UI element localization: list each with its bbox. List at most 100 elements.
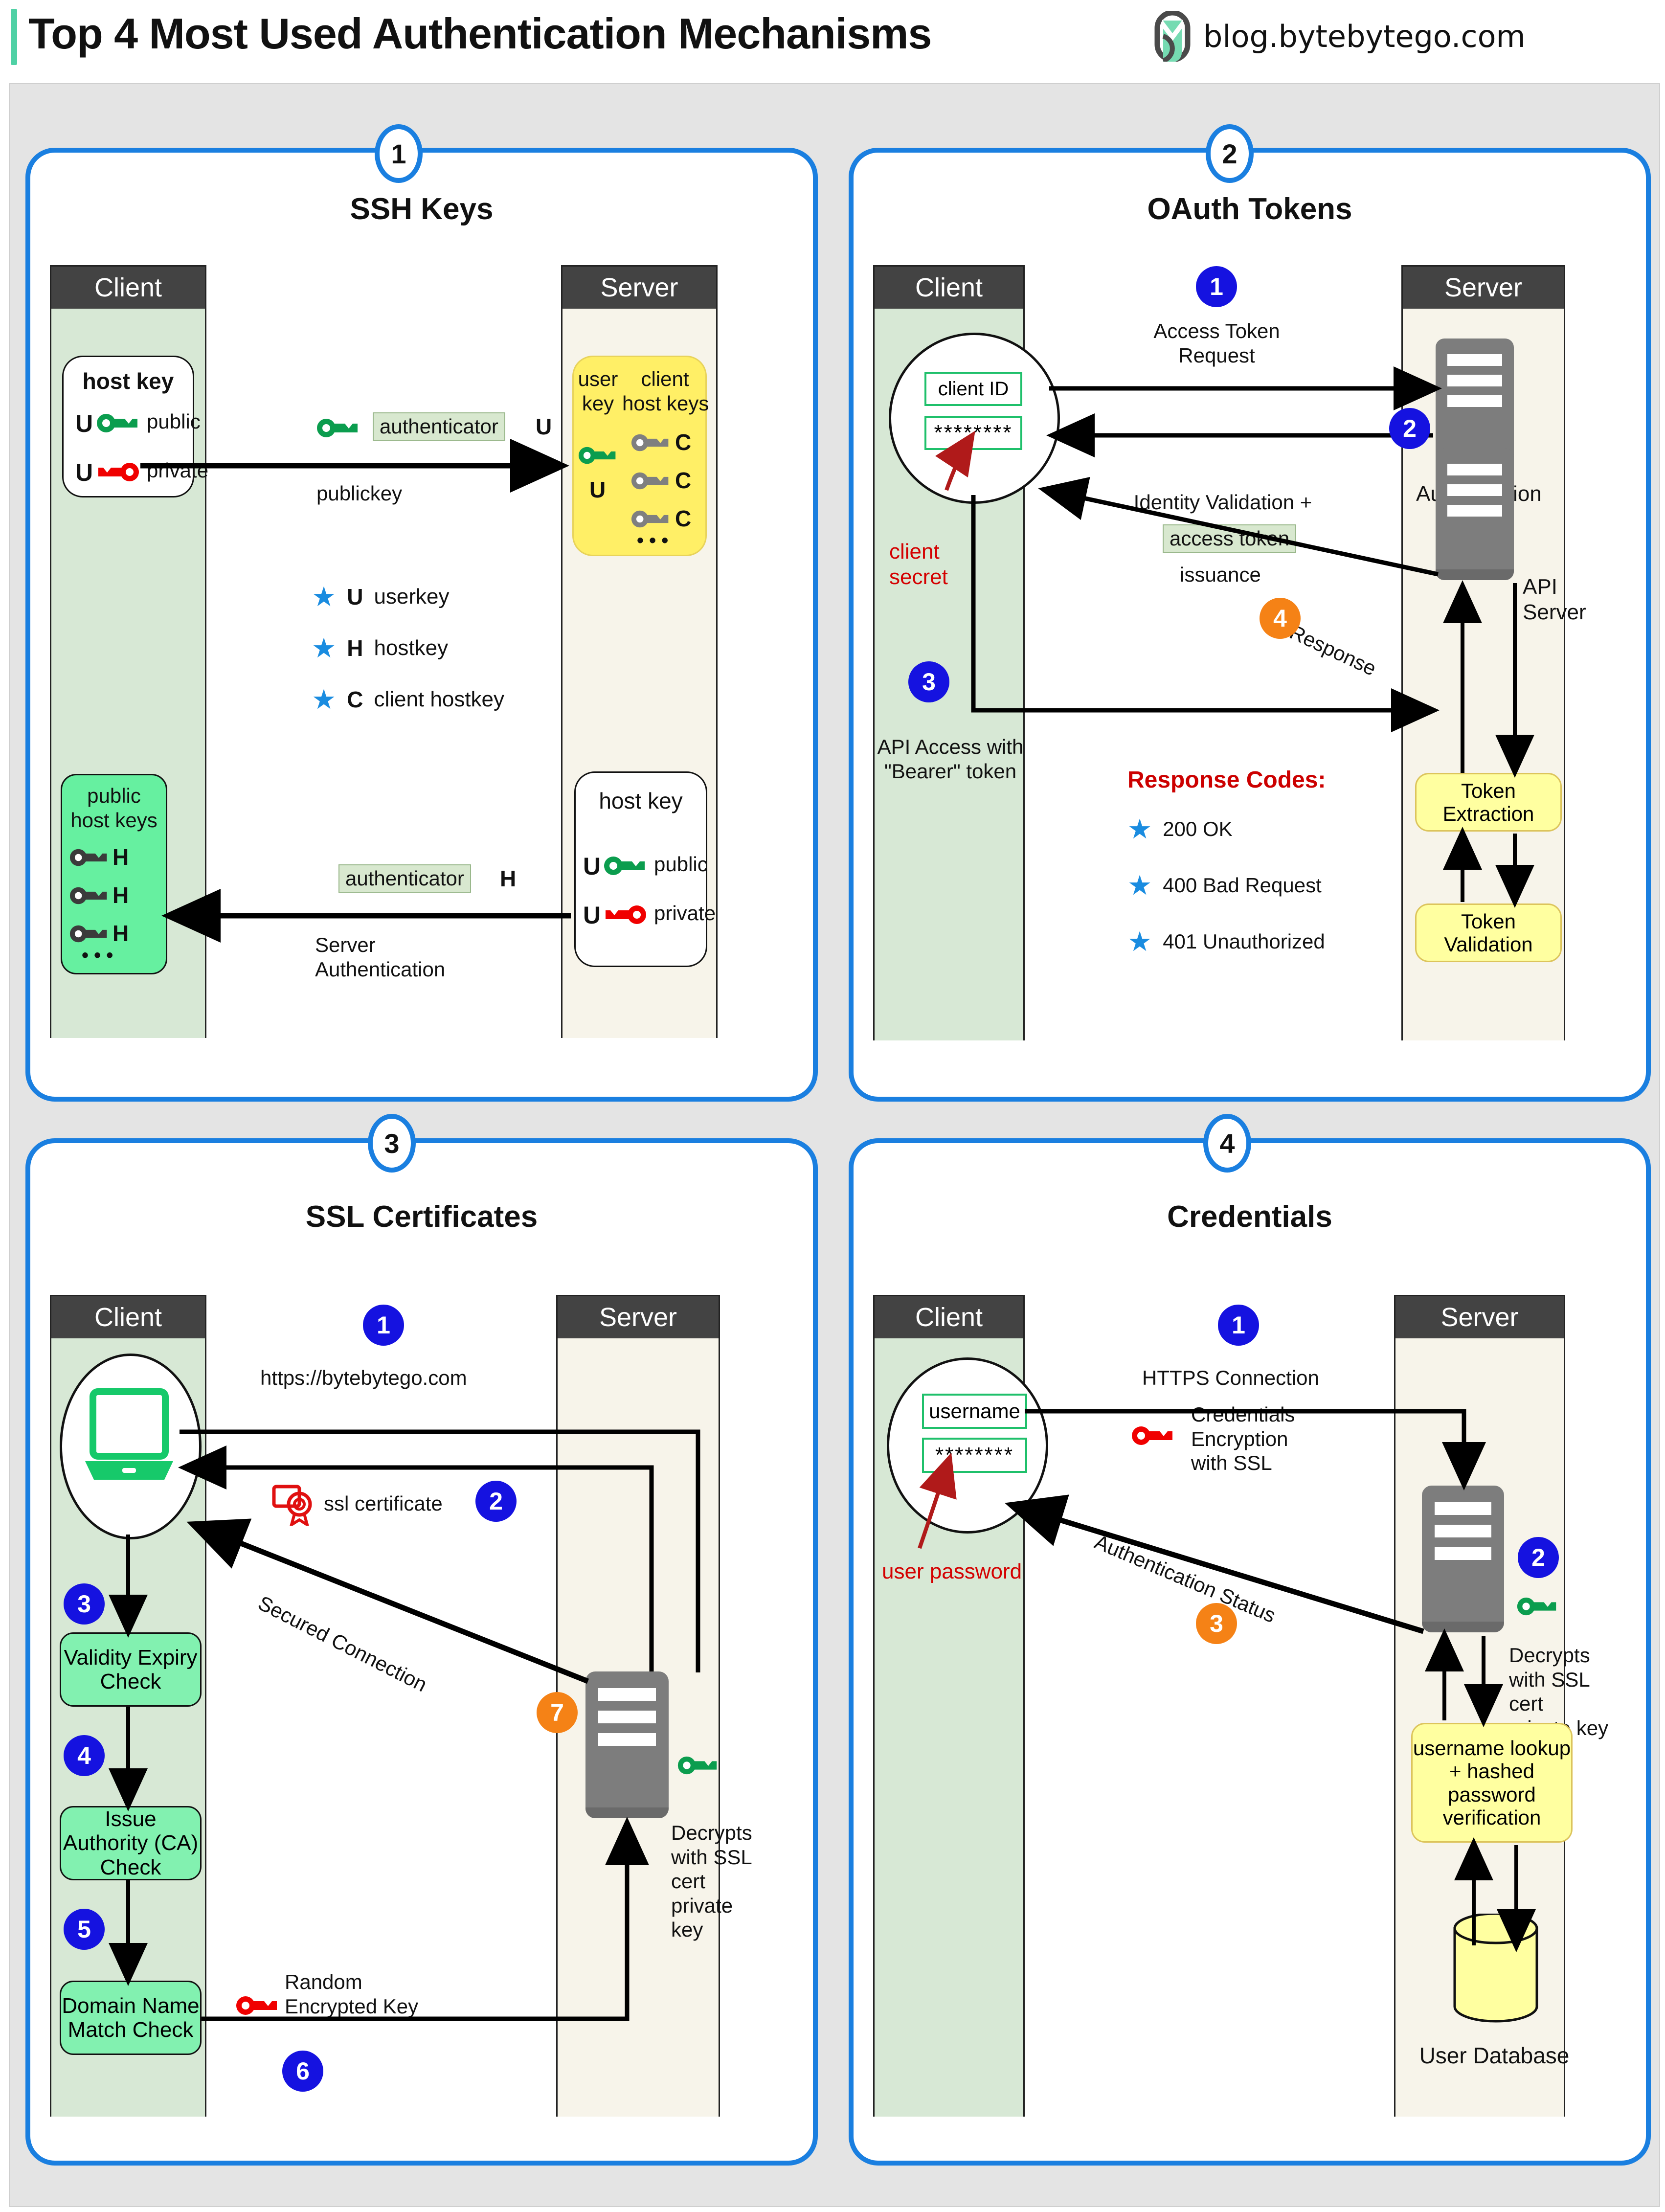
- response-code-401: ★ 401 Unauthorized: [1127, 928, 1325, 955]
- server-userkey-title: user key: [578, 367, 618, 415]
- step-badge-4-oauth: 4: [1260, 598, 1301, 639]
- client-hostkey-tag-1: C: [675, 429, 692, 455]
- client-secret-field[interactable]: ********: [924, 416, 1022, 450]
- ssl-server-key-icon: [677, 1755, 719, 1779]
- user-database-label: User Database: [1419, 2043, 1570, 2068]
- star-icon: ★: [1127, 926, 1152, 957]
- client-header-credentials: Client: [875, 1296, 1023, 1338]
- api-server-icon: [1436, 448, 1514, 580]
- random-key-icon: [236, 1994, 279, 2019]
- panel-title-oauth: OAuth Tokens: [1147, 192, 1352, 226]
- client-public-tag: U: [75, 410, 93, 437]
- star-icon: ★: [312, 632, 337, 663]
- legend-text-userkey: userkey: [374, 585, 450, 609]
- client-hostkey-icon-3: [631, 509, 670, 532]
- step-badge-1-credentials: 1: [1218, 1305, 1259, 1346]
- response-code-label-1: 400 Bad Request: [1163, 874, 1322, 897]
- step-badge-1-oauth: 1: [1196, 266, 1237, 307]
- brand-url: blog.bytebytego.com: [1203, 18, 1526, 54]
- panel-credentials: Credentials Client username ******** use…: [849, 1138, 1651, 2166]
- response-codes-title: Response Codes:: [1127, 767, 1326, 793]
- authenticator-top-tag: U: [536, 414, 552, 439]
- server-public-tag: U: [583, 853, 601, 880]
- laptop-icon: [84, 1387, 174, 1497]
- panel-title-ssl: SSL Certificates: [305, 1200, 538, 1234]
- username-field[interactable]: username: [922, 1394, 1027, 1429]
- server-header-ssh: Server: [562, 267, 716, 309]
- client-id-field[interactable]: client ID: [924, 372, 1022, 406]
- authenticator-top-label: authenticator: [373, 412, 505, 441]
- domain-name-box: Domain Name Match Check: [60, 1981, 202, 2055]
- hostkey-tag-3: H: [112, 921, 129, 946]
- server-hostkey-title: host key: [599, 788, 683, 813]
- username-lookup-box: username lookup + hashed password verifi…: [1411, 1723, 1573, 1843]
- server-header-credentials: Server: [1395, 1296, 1564, 1338]
- panel-ssl-certificates: SSL Certificates Client Server Decrypts …: [25, 1138, 818, 2166]
- server-header-ssl: Server: [558, 1296, 719, 1338]
- client-hostkey-tag-3: C: [675, 506, 692, 531]
- response-code-200: ★ 200 OK: [1127, 815, 1233, 843]
- step-badge-3-credentials: 3: [1196, 1603, 1237, 1644]
- auth-status-label: Authentication Status: [1091, 1530, 1279, 1627]
- client-hostkey-icon-1: [631, 432, 670, 455]
- server-userkey-icon: [578, 445, 617, 468]
- client-header-ssl: Client: [51, 1296, 205, 1338]
- page-header: Top 4 Most Used Authentication Mechanism…: [0, 0, 1665, 83]
- panel-number-2: 2: [1206, 124, 1254, 183]
- credentials-encryption-label: Credentials Encryption with SSL: [1191, 1403, 1295, 1475]
- server-private-key-icon: [604, 903, 647, 928]
- access-token-label: access token: [1163, 524, 1297, 553]
- server-private-tag: U: [583, 902, 601, 929]
- step3-label-oauth: API Access with "Bearer" token: [877, 735, 1024, 783]
- password-note: user password: [882, 1559, 1022, 1583]
- client-header-oauth: Client: [875, 267, 1023, 309]
- title-accent-bar: [11, 9, 17, 65]
- legend-tag-c: C: [347, 686, 363, 712]
- credentials-key-red-icon: [1131, 1424, 1174, 1449]
- token-validation-box: Token Validation: [1415, 903, 1562, 962]
- client-hostkey-icon-2: [631, 471, 670, 494]
- panel-oauth-tokens: OAuth Tokens Client client ID ******** c…: [849, 148, 1651, 1102]
- step6-label-ssl: Random Encrypted Key: [285, 1970, 419, 2018]
- step-badge-2-ssl: 2: [475, 1481, 517, 1522]
- panel-number-1: 1: [375, 124, 423, 183]
- panel-title-credentials: Credentials: [1167, 1200, 1332, 1234]
- step-badge-3-oauth: 3: [908, 661, 949, 702]
- secured-connection-label: Secured Connection: [254, 1591, 431, 1696]
- server-public-label: public: [654, 853, 708, 876]
- server-keys-ellipsis: • • •: [637, 530, 669, 551]
- key-green-icon: [96, 412, 139, 437]
- ssl-server-icon: [585, 1671, 669, 1818]
- panel-title-ssh: SSH Keys: [350, 192, 494, 226]
- panel-number-3: 3: [368, 1114, 416, 1173]
- hostkey-tag-1: H: [112, 844, 129, 870]
- step-badge-5-ssl: 5: [64, 1909, 105, 1950]
- step-badge-1-ssl: 1: [363, 1305, 404, 1346]
- public-hostkeys-ellipsis: • • •: [82, 945, 113, 966]
- step2-label-ssl: ssl certificate: [324, 1492, 443, 1515]
- panel-ssh-keys: SSH Keys Client host key U public U priv…: [25, 148, 818, 1102]
- client-private-tag: U: [75, 459, 93, 486]
- server-public-key-icon: [604, 855, 647, 880]
- client-hostkey-tag-2: C: [675, 468, 692, 493]
- panel-number-4: 4: [1203, 1114, 1251, 1173]
- infographic-root: Top 4 Most Used Authentication Mechanism…: [0, 0, 1665, 2212]
- authenticator-bottom-label: authenticator: [338, 864, 471, 893]
- hostkey-icon-2: [69, 885, 109, 908]
- server-header-oauth: Server: [1403, 267, 1564, 309]
- hostkey-tag-2: H: [112, 882, 129, 908]
- password-field[interactable]: ********: [922, 1438, 1027, 1473]
- legend-tag-u: U: [347, 584, 363, 609]
- credentials-server-icon: [1422, 1486, 1504, 1632]
- issue-authority-box: Issue Authority (CA) Check: [60, 1806, 202, 1880]
- public-hostkeys-title: public host keys: [70, 784, 158, 832]
- validity-expiry-box: Validity Expiry Check: [60, 1632, 202, 1707]
- server-authentication-label: Server Authentication: [315, 933, 446, 981]
- server-private-label: private: [654, 902, 716, 925]
- step2-label-b-oauth: issuance: [1180, 563, 1261, 586]
- legend-text-client-hostkey: client hostkey: [374, 687, 505, 712]
- step-badge-7-ssl: 7: [537, 1692, 578, 1733]
- step4-label-oauth: Response: [1286, 620, 1380, 680]
- step-badge-4-ssl: 4: [64, 1735, 105, 1776]
- publickey-label: publickey: [316, 482, 403, 505]
